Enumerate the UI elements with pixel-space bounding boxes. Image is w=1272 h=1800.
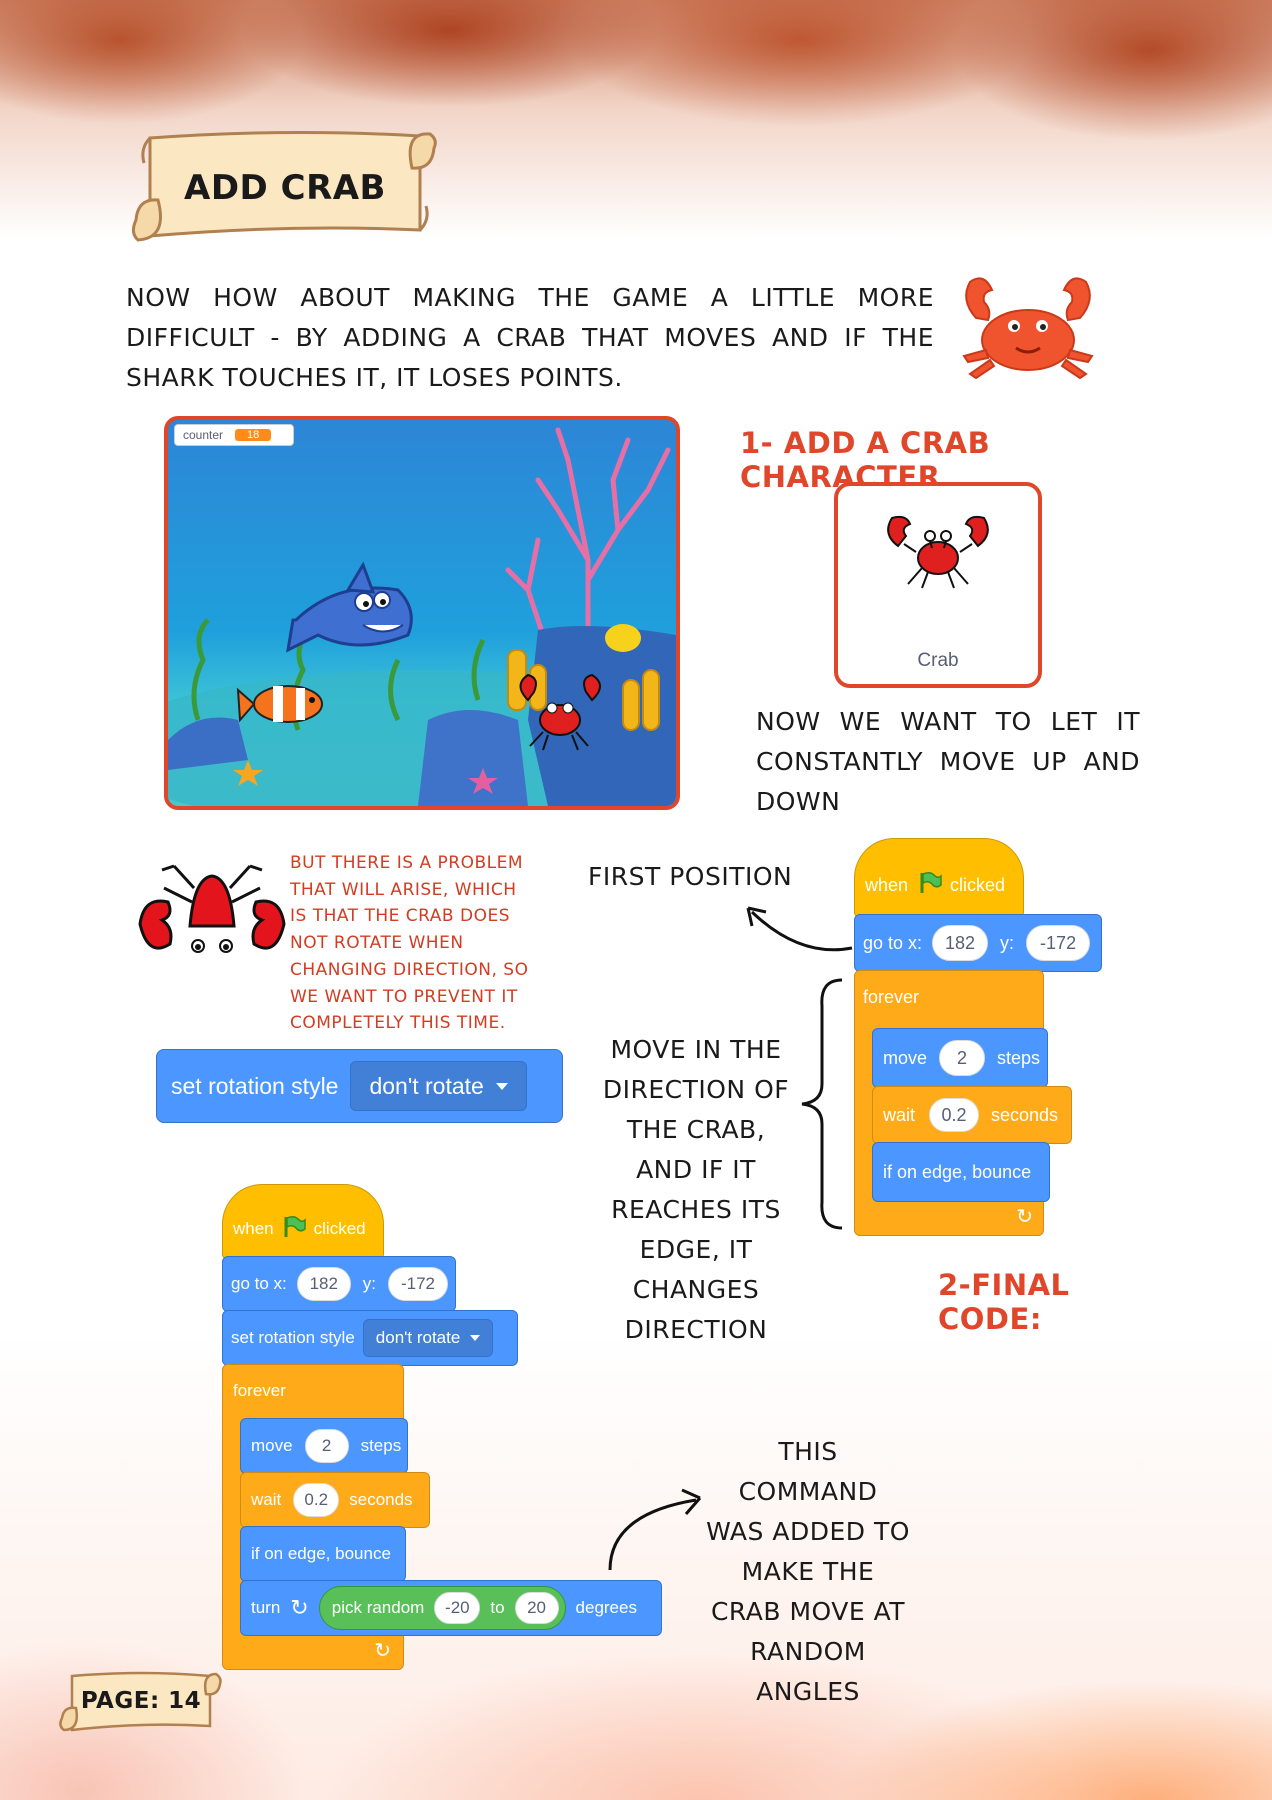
page-title: ADD CRAB	[184, 168, 386, 208]
final-clicked-label: clicked	[313, 1219, 366, 1238]
curly-brace-icon	[801, 978, 843, 1230]
final-when-label: when	[233, 1219, 274, 1238]
steps-input[interactable]: 2	[939, 1040, 986, 1076]
final-bounce-label: if on edge, bounce	[251, 1544, 391, 1563]
final-y-input[interactable]: -172	[388, 1267, 448, 1301]
page-number-scroll: PAGE: 14	[58, 1668, 224, 1736]
pick-random-label: pick random	[331, 1598, 425, 1617]
green-flag-icon	[918, 871, 942, 900]
curved-arrow-right-icon	[608, 1488, 702, 1571]
counter-value: 18	[235, 429, 272, 441]
random-to-input[interactable]: 20	[514, 1592, 559, 1624]
set-rotation-label: set rotation style	[171, 1072, 339, 1099]
set-rotation-style-block[interactable]: set rotation style don't rotate	[156, 1049, 563, 1123]
y-input[interactable]: -172	[1026, 925, 1091, 961]
random-to-label: to	[490, 1598, 505, 1617]
wait-seconds-block[interactable]: wait 0.2 seconds	[872, 1086, 1072, 1144]
forever-label: forever	[863, 987, 920, 1007]
final-rotation-option: don't rotate	[375, 1328, 461, 1347]
final-chevron-down-icon	[470, 1335, 481, 1341]
final-go-to-x-label: go to x:	[231, 1274, 287, 1293]
stage-screenshot: counter 18	[164, 416, 680, 810]
problem-text: BUT THERE IS A PROBLEM THAT WILL ARISE, …	[290, 853, 529, 1034]
counter-monitor: counter 18	[174, 424, 294, 446]
final-go-to-xy-block[interactable]: go to x: 182 y: -172	[222, 1256, 456, 1312]
step2-heading: 2-FINAL CODE:	[938, 1268, 1070, 1336]
final-move-label: move	[251, 1436, 293, 1455]
clicked-label: clicked	[950, 874, 1006, 895]
final-set-rotation-style-block[interactable]: set rotation style don't rotate	[222, 1310, 518, 1366]
move-instruction-text: NOW WE WANT TO LET IT CONSTANTLY MOVE UP…	[756, 707, 1140, 816]
turn-random-degrees-block[interactable]: turn ↻ pick random -20 to 20 degrees	[240, 1580, 662, 1636]
final-wait-seconds-block[interactable]: wait 0.2 seconds	[240, 1472, 430, 1528]
final-if-on-edge-bounce-block[interactable]: if on edge, bounce	[240, 1526, 406, 1582]
final-x-input[interactable]: 182	[296, 1267, 351, 1301]
crab-thumbnail-icon	[887, 515, 989, 589]
wait-label: wait	[883, 1104, 916, 1125]
cartoon-crab-icon	[138, 864, 286, 953]
seconds-label: seconds	[991, 1104, 1059, 1125]
final-y-label: y:	[362, 1274, 376, 1293]
crab-illustration-icon	[962, 277, 1094, 380]
if-on-edge-bounce-block[interactable]: if on edge, bounce	[872, 1142, 1050, 1202]
crab-sprite-card[interactable]: Crab	[834, 482, 1042, 688]
sprite-name: Crab	[917, 650, 959, 671]
direction-explanation-text: MOVE IN THE DIRECTION OF THE CRAB, AND I…	[602, 1035, 790, 1344]
underwater-scene-icon	[168, 427, 676, 806]
x-input[interactable]: 182	[932, 925, 989, 961]
move-label: move	[883, 1047, 928, 1068]
final-loop-arrow-icon: ↻	[374, 1640, 391, 1662]
counter-label: counter	[183, 428, 224, 442]
loop-arrow-icon: ↻	[1016, 1206, 1033, 1228]
wait-input[interactable]: 0.2	[929, 1098, 980, 1132]
final-wait-input[interactable]: 0.2	[293, 1483, 340, 1517]
degrees-label: degrees	[575, 1598, 637, 1617]
final-wait-label: wait	[251, 1490, 282, 1509]
final-when-flag-clicked-hat[interactable]: when clicked	[222, 1184, 384, 1260]
final-steps-input[interactable]: 2	[304, 1429, 349, 1463]
rotation-option: don't rotate	[369, 1072, 484, 1099]
go-to-x-label: go to x:	[863, 932, 923, 953]
go-to-xy-block[interactable]: go to x: 182 y: -172	[854, 914, 1102, 972]
final-green-flag-icon	[282, 1215, 306, 1244]
shark-sprite	[286, 561, 413, 653]
when-label: when	[865, 874, 909, 895]
final-rotation-dropdown[interactable]: don't rotate	[362, 1319, 494, 1357]
when-flag-clicked-hat[interactable]: when clicked	[854, 838, 1024, 918]
y-label: y:	[1000, 932, 1015, 953]
page-number: PAGE: 14	[80, 1688, 202, 1714]
final-steps-label: steps	[360, 1436, 402, 1455]
move-steps-block[interactable]: move 2 steps	[872, 1028, 1048, 1088]
chevron-down-icon	[495, 1082, 508, 1090]
final-seconds-label: seconds	[349, 1490, 413, 1509]
turn-label: turn	[251, 1598, 281, 1617]
pick-random-block[interactable]: pick random -20 to 20	[318, 1586, 566, 1630]
final-move-steps-block[interactable]: move 2 steps	[240, 1418, 408, 1474]
steps-label: steps	[997, 1047, 1041, 1068]
title-scroll-banner: ADD CRAB	[128, 128, 442, 248]
bounce-label: if on edge, bounce	[883, 1161, 1032, 1182]
final-forever-label: forever	[233, 1381, 286, 1400]
intro-text: NOW HOW ABOUT MAKING THE GAME A LITTLE M…	[126, 283, 934, 392]
final-set-rotation-label: set rotation style	[231, 1328, 355, 1347]
rotate-right-icon: ↻	[290, 1595, 309, 1620]
added-command-text: THIS COMMAND WAS ADDED TO MAKE THE CRAB …	[706, 1437, 910, 1706]
first-position-label: FIRST POSITION	[588, 862, 793, 891]
random-from-input[interactable]: -20	[434, 1592, 481, 1624]
rotation-style-dropdown[interactable]: don't rotate	[350, 1061, 527, 1111]
curved-arrow-left-icon	[746, 906, 853, 952]
